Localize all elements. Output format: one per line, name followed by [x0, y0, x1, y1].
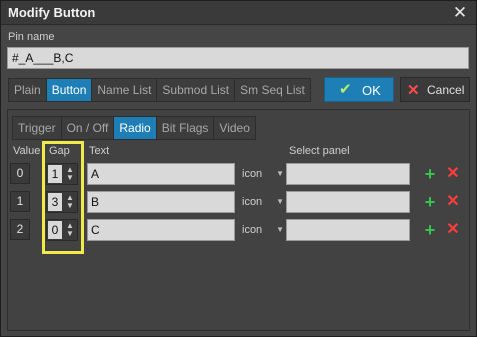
tab-plain[interactable]: Plain [9, 79, 47, 101]
tab-name-list[interactable]: Name List [92, 79, 158, 101]
pin-name-input[interactable]: #_A___B,C [7, 47, 469, 69]
select-panel-field[interactable] [286, 163, 410, 185]
delete-row-icon[interactable]: ✕ [445, 194, 461, 210]
text-input[interactable]: C [87, 219, 235, 241]
cancel-button[interactable]: ✕ Cancel [400, 77, 470, 102]
icon-dropdown-label: icon [242, 168, 263, 180]
tab-sm-seq-list[interactable]: Sm Seq List [235, 79, 310, 101]
row-value: 1 [10, 191, 30, 212]
select-panel-column-header: Select panel [289, 145, 350, 157]
icon-dropdown[interactable]: icon ▼ [242, 163, 286, 185]
dialog-title: Modify Button [8, 5, 96, 20]
text-input[interactable]: B [87, 191, 235, 213]
icon-dropdown[interactable]: icon ▼ [242, 191, 286, 213]
pin-name-label: Pin name [8, 31, 55, 43]
delete-row-icon[interactable]: ✕ [445, 222, 461, 238]
ok-button[interactable]: ✔ OK [324, 77, 394, 102]
tab-radio[interactable]: Radio [114, 117, 157, 139]
x-icon: ✕ [407, 82, 420, 99]
text-column-header: Text [89, 145, 110, 157]
tab-video[interactable]: Video [214, 117, 254, 139]
tab-bit-flags[interactable]: Bit Flags [157, 117, 215, 139]
check-icon: ✔ [339, 81, 352, 98]
text-input[interactable]: A [87, 163, 235, 185]
title-bar: Modify Button ✕ [1, 1, 476, 25]
row-value: 2 [10, 219, 30, 240]
row-value: 0 [10, 163, 30, 184]
select-panel-field[interactable] [286, 219, 410, 241]
add-row-icon[interactable]: + [422, 165, 438, 183]
tab-submod-list[interactable]: Submod List [157, 79, 236, 101]
tab-on-off[interactable]: On / Off [62, 117, 115, 139]
delete-row-icon[interactable]: ✕ [445, 166, 461, 182]
button-type-tabs: Plain Button Name List Submod List Sm Se… [8, 78, 311, 102]
icon-dropdown-label: icon [242, 224, 263, 236]
chevron-down-icon: ▼ [276, 225, 284, 234]
icon-dropdown[interactable]: icon ▼ [242, 219, 286, 241]
mode-tabs: Trigger On / Off Radio Bit Flags Video [12, 116, 256, 140]
tab-trigger[interactable]: Trigger [13, 117, 62, 139]
tab-button[interactable]: Button [46, 79, 93, 101]
icon-dropdown-label: icon [242, 196, 263, 208]
cancel-button-label: Cancel [427, 83, 465, 97]
chevron-down-icon: ▼ [276, 197, 284, 206]
add-row-icon[interactable]: + [422, 221, 438, 239]
ok-button-label: OK [362, 83, 381, 98]
select-panel-field[interactable] [286, 191, 410, 213]
value-column-header: Value [13, 145, 41, 157]
gap-column-highlight [42, 141, 84, 254]
add-row-icon[interactable]: + [422, 193, 438, 211]
close-icon[interactable]: ✕ [450, 3, 470, 23]
chevron-down-icon: ▼ [276, 169, 284, 178]
